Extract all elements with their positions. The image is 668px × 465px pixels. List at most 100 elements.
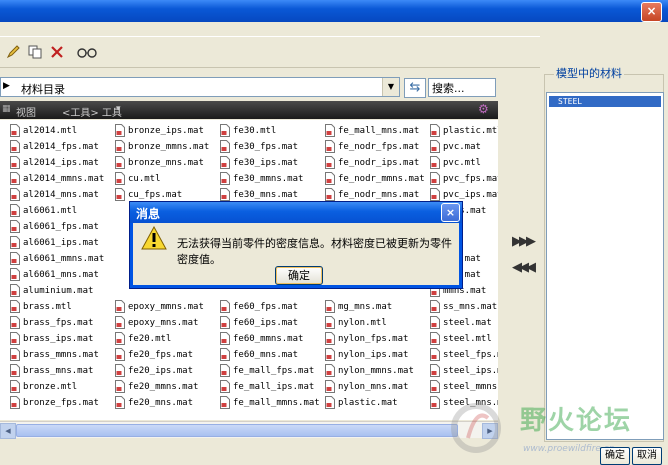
file-item[interactable]: fe30_fps.mat: [220, 139, 298, 154]
file-item[interactable]: nylon_mns.mat: [325, 379, 408, 394]
file-item[interactable]: fe60_mns.mat: [220, 347, 298, 362]
horizontal-scrollbar[interactable]: ◀ ▶: [0, 421, 498, 439]
file-icon: [220, 380, 230, 393]
cancel-button[interactable]: 取消: [632, 447, 662, 465]
file-item[interactable]: fe20_ips.mat: [115, 363, 193, 378]
copy-icon[interactable]: [26, 43, 44, 61]
file-item[interactable]: cu.mtl: [115, 171, 161, 186]
file-item[interactable]: fe30_mns.mat: [220, 187, 298, 202]
file-item[interactable]: ss_mns.mat: [430, 299, 497, 314]
search-input[interactable]: 搜索...: [428, 78, 496, 97]
file-item[interactable]: pvc_ips.mat: [430, 187, 498, 202]
file-item[interactable]: al2014_mmns.mat: [10, 171, 104, 186]
file-item[interactable]: bronze_mns.mat: [115, 155, 204, 170]
glasses-icon[interactable]: [76, 43, 98, 61]
file-item[interactable]: fe30_mmns.mat: [220, 171, 303, 186]
filter-icon[interactable]: ⚙: [478, 102, 489, 116]
file-item[interactable]: brass_mmns.mat: [10, 347, 99, 362]
file-item[interactable]: fe60_mmns.mat: [220, 331, 303, 346]
file-icon: [325, 300, 335, 313]
file-item[interactable]: bronze_fps.mat: [10, 395, 99, 410]
file-item[interactable]: fe_nodr_ips.mat: [325, 155, 419, 170]
delete-icon[interactable]: [48, 43, 66, 61]
file-item[interactable]: steel.mat: [430, 315, 492, 330]
pencil-icon[interactable]: [4, 43, 22, 61]
file-item[interactable]: steel_fps.mat: [430, 347, 498, 362]
dialog-message: 无法获得当前零件的密度信息。材料密度已被更新为零件密度值。: [177, 237, 452, 266]
file-item[interactable]: plastic.mtl: [430, 123, 498, 138]
file-icon: [220, 188, 230, 201]
path-combobox[interactable]: 材料目录 ▶ ▼: [0, 77, 400, 97]
file-item[interactable]: fe_nodr_mmns.mat: [325, 171, 425, 186]
ok-button[interactable]: 确定: [600, 447, 630, 465]
scroll-left-icon[interactable]: ◀: [0, 423, 16, 439]
file-item[interactable]: fe60_fps.mat: [220, 299, 298, 314]
file-item[interactable]: brass.mtl: [10, 299, 72, 314]
toolbar: [0, 36, 540, 68]
refresh-icon[interactable]: ⇆: [404, 78, 426, 98]
file-name: fe30_ips.mat: [233, 157, 299, 168]
file-item[interactable]: fe20_mns.mat: [115, 395, 193, 410]
file-item[interactable]: fe30.mtl: [220, 123, 276, 138]
file-name: steel_fps.mat: [443, 349, 498, 360]
file-name: fe60_fps.mat: [233, 301, 299, 312]
file-item[interactable]: fe30_ips.mat: [220, 155, 298, 170]
file-item[interactable]: al2014.mtl: [10, 123, 77, 138]
scroll-thumb[interactable]: [16, 424, 458, 437]
file-item[interactable]: mg_mns.mat: [325, 299, 392, 314]
add-material-icon[interactable]: ▶▶▶: [512, 234, 536, 249]
file-item[interactable]: epoxy_mns.mat: [115, 315, 198, 330]
file-item[interactable]: cu_fps.mat: [115, 187, 182, 202]
file-item[interactable]: pvc.mtl: [430, 155, 481, 170]
file-item[interactable]: nylon_ips.mat: [325, 347, 408, 362]
file-item[interactable]: al2014_ips.mat: [10, 155, 99, 170]
file-item[interactable]: brass_mns.mat: [10, 363, 93, 378]
file-item[interactable]: steel.mtl: [430, 331, 492, 346]
file-item[interactable]: fe_nodr_mns.mat: [325, 187, 419, 202]
file-item[interactable]: al6061_ips.mat: [10, 235, 99, 250]
file-item[interactable]: pvc_fps.mat: [430, 171, 498, 186]
file-item[interactable]: epoxy_mmns.mat: [115, 299, 204, 314]
file-item[interactable]: pvc.mat: [430, 139, 481, 154]
chevron-down-icon[interactable]: ▾: [116, 104, 121, 114]
dialog-ok-button[interactable]: 确定: [275, 266, 323, 285]
file-name: pvc_fps.mat: [443, 173, 498, 184]
file-item[interactable]: al6061_mmns.mat: [10, 251, 104, 266]
file-item[interactable]: fe_mall_ips.mat: [220, 379, 314, 394]
file-item[interactable]: bronze.mtl: [10, 379, 77, 394]
file-item[interactable]: plastic.mat: [325, 395, 398, 410]
file-item[interactable]: fe20.mtl: [115, 331, 171, 346]
chevron-down-icon[interactable]: ▼: [382, 78, 399, 96]
file-item[interactable]: al6061.mtl: [10, 203, 77, 218]
file-item[interactable]: brass_fps.mat: [10, 315, 93, 330]
file-item[interactable]: fe20_mmns.mat: [115, 379, 198, 394]
file-item[interactable]: nylon_fps.mat: [325, 331, 408, 346]
remove-material-icon[interactable]: ◀◀◀: [512, 260, 536, 275]
file-item[interactable]: bronze_ips.mat: [115, 123, 204, 138]
file-item[interactable]: fe20_fps.mat: [115, 347, 193, 362]
file-item[interactable]: aluminium.mat: [10, 283, 93, 298]
file-icon: [430, 396, 440, 409]
file-item[interactable]: steel_mmns.: [430, 379, 498, 394]
file-icon: [220, 396, 230, 409]
file-item[interactable]: fe_mall_mns.mat: [325, 123, 419, 138]
view-menu[interactable]: 视图: [16, 104, 36, 119]
model-materials-list[interactable]: STEEL: [546, 92, 664, 440]
file-item[interactable]: fe60_ips.mat: [220, 315, 298, 330]
file-item[interactable]: fe_nodr_fps.mat: [325, 139, 419, 154]
file-item[interactable]: al6061_fps.mat: [10, 219, 99, 234]
file-item[interactable]: al6061_mns.mat: [10, 267, 99, 282]
file-item[interactable]: nylon.mtl: [325, 315, 387, 330]
file-item[interactable]: brass_ips.mat: [10, 331, 93, 346]
file-item[interactable]: al2014_mns.mat: [10, 187, 99, 202]
file-item[interactable]: nylon_mmns.mat: [325, 363, 414, 378]
dialog-close-icon[interactable]: ×: [441, 203, 460, 222]
tools-menu[interactable]: <工具> 工具: [62, 104, 122, 119]
window-close-button[interactable]: ×: [641, 2, 662, 22]
file-item[interactable]: steel_ips.mat: [430, 363, 498, 378]
file-item[interactable]: fe_mall_mmns.mat: [220, 395, 320, 410]
list-item[interactable]: STEEL: [549, 96, 661, 107]
file-item[interactable]: al2014_fps.mat: [10, 139, 99, 154]
file-item[interactable]: bronze_mmns.mat: [115, 139, 209, 154]
file-item[interactable]: fe_mall_fps.mat: [220, 363, 314, 378]
